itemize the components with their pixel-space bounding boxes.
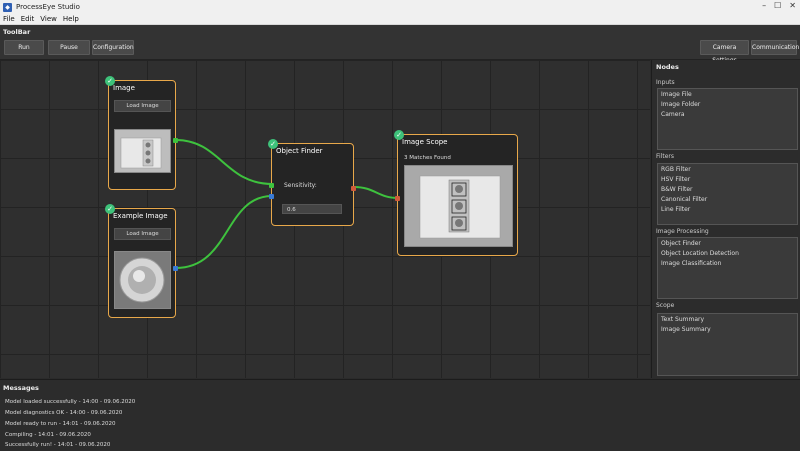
messages-panel: Messages Model loaded successfully - 14:… [0, 379, 800, 451]
section-title-inputs: Inputs [656, 79, 675, 86]
menu-view[interactable]: View [40, 15, 57, 23]
wire-finder-to-scope [353, 186, 399, 199]
node-item-text-summary[interactable]: Text Summary [658, 314, 797, 324]
image-scope-node[interactable]: ✓ Image Scope 3 Matches Found [394, 130, 518, 256]
message-line: Model loaded successfully - 14:00 - 09.0… [5, 399, 136, 405]
inputs-list: Image File Image Folder Camera [657, 88, 798, 150]
sensitivity-input[interactable]: 0.6 [282, 204, 342, 214]
node-item-canonical-filter[interactable]: Canonical Filter [658, 194, 797, 204]
maximize-icon[interactable]: ☐ [774, 1, 781, 10]
node-item-object-finder[interactable]: Object Finder [658, 238, 797, 248]
image-node-title: Image [113, 84, 135, 92]
minimize-icon[interactable]: – [762, 1, 766, 10]
node-item-hsv-filter[interactable]: HSV Filter [658, 174, 797, 184]
image-preview [114, 129, 171, 173]
run-button[interactable]: Run [4, 40, 44, 55]
finder-output-port[interactable] [351, 186, 356, 191]
filters-list: RGB Filter HSV Filter B&W Filter Canonic… [657, 163, 798, 225]
toolbar-label: ToolBar [3, 28, 31, 36]
menu-help[interactable]: Help [63, 15, 79, 23]
pause-button[interactable]: Pause [48, 40, 90, 55]
node-item-image-summary[interactable]: Image Summary [658, 324, 797, 334]
message-line: Successfully run! - 14:01 - 09.06.2020 [5, 442, 111, 448]
node-item-image-classification[interactable]: Image Classification [658, 258, 797, 268]
image-processing-list: Object Finder Object Location Detection … [657, 237, 798, 299]
node-item-bw-filter[interactable]: B&W Filter [658, 184, 797, 194]
sensitivity-label: Sensitivity: [284, 182, 317, 189]
configuration-button[interactable]: Configuration [92, 40, 134, 55]
load-image-button[interactable]: Load Image [114, 100, 171, 112]
wire-example-to-finder [175, 195, 273, 269]
object-finder-node-title: Object Finder [276, 147, 323, 155]
message-line: Model diagnostics OK - 14:00 - 09.06.202… [5, 410, 123, 416]
finder-input-port-example[interactable] [269, 194, 274, 199]
finder-input-port-image[interactable] [269, 183, 274, 188]
message-line: Model ready to run - 14:01 - 09.06.2020 [5, 421, 116, 427]
button-image [115, 252, 170, 308]
app-logo-icon: ◆ [3, 2, 12, 12]
nodes-panel: Nodes Inputs Image File Image Folder Cam… [651, 60, 800, 378]
window-controls: – ☐ ✕ [762, 1, 796, 10]
example-image-node-title: Example Image [113, 212, 168, 220]
node-item-rgb-filter[interactable]: RGB Filter [658, 164, 797, 174]
image-output-port[interactable] [173, 138, 178, 143]
message-line: Compiling - 14:01 - 09.06.2020 [5, 432, 91, 438]
scope-input-port[interactable] [395, 196, 400, 201]
boxes-image [115, 130, 170, 172]
nodes-panel-title: Nodes [656, 63, 679, 71]
example-image-node[interactable]: ✓ Example Image Load Image [105, 204, 178, 318]
scope-image-preview [404, 165, 513, 247]
title-bar: ◆ ProcessEye Studio – ☐ ✕ [0, 0, 800, 14]
section-title-filters: Filters [656, 153, 674, 160]
example-image-preview [114, 251, 171, 309]
image-scope-node-title: Image Scope [402, 138, 448, 146]
window-title: ProcessEye Studio [16, 3, 80, 11]
section-title-image-processing: Image Processing [656, 228, 709, 235]
communication-button[interactable]: Communication [751, 40, 799, 55]
close-icon[interactable]: ✕ [789, 1, 796, 10]
matches-count: 3 Matches Found [404, 155, 451, 161]
wire-image-to-finder [175, 139, 273, 185]
node-item-image-file[interactable]: Image File [658, 89, 797, 99]
node-item-line-filter[interactable]: Line Filter [658, 204, 797, 214]
scope-list: Text Summary Image Summary [657, 313, 798, 376]
menu-edit[interactable]: Edit [21, 15, 35, 23]
load-example-image-button[interactable]: Load Image [114, 228, 171, 240]
section-title-scope: Scope [656, 302, 675, 309]
node-item-camera[interactable]: Camera [658, 109, 797, 119]
toolbar: ToolBar Run Pause Configuration Camera S… [0, 25, 800, 64]
node-canvas[interactable]: ✓ Image Load Image ✓ Example Image Load … [0, 60, 650, 378]
messages-title: Messages [3, 384, 39, 392]
example-image-output-port[interactable] [173, 266, 178, 271]
menu-file[interactable]: File [3, 15, 15, 23]
image-node[interactable]: ✓ Image Load Image [105, 76, 178, 190]
node-item-object-location-detection[interactable]: Object Location Detection [658, 248, 797, 258]
scope-result-image [405, 166, 512, 246]
object-finder-node[interactable]: ✓ Object Finder Sensitivity: 0.6 [268, 139, 356, 226]
camera-settings-button[interactable]: Camera Settings [700, 40, 749, 64]
menu-bar: File Edit View Help [0, 14, 800, 25]
node-item-image-folder[interactable]: Image Folder [658, 99, 797, 109]
